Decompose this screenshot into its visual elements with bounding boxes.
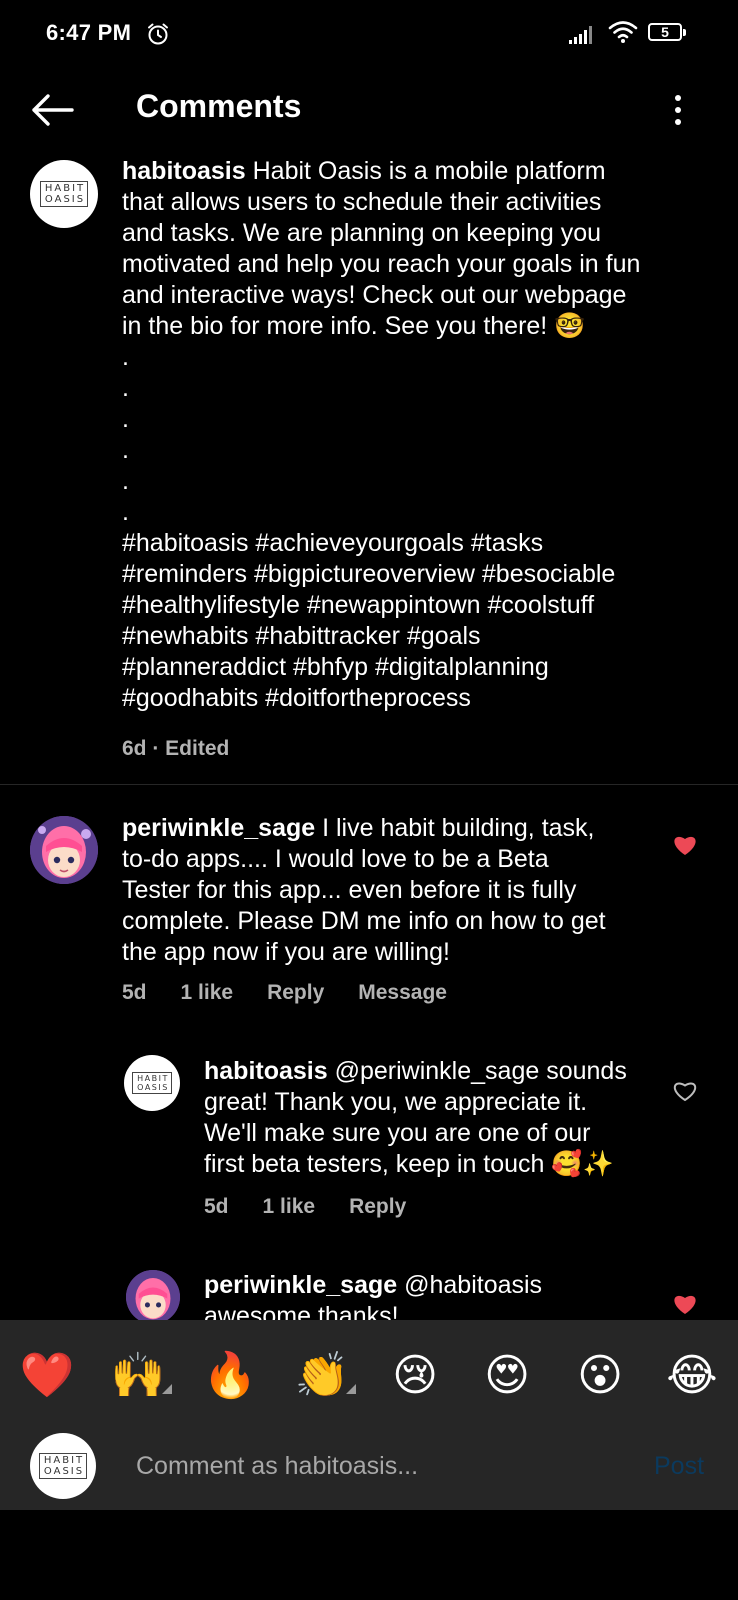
comment-text: periwinkle_sage I live habit building, t…	[122, 814, 606, 966]
avatar[interactable]: HABIT OASIS	[30, 160, 98, 228]
habit-oasis-logo: HABIT OASIS	[132, 1072, 172, 1094]
heart-outline-icon[interactable]	[672, 1079, 698, 1103]
reaction-heart-eyes[interactable]: 😍	[479, 1350, 535, 1402]
comment-time: 5d	[122, 981, 147, 1004]
comment-username[interactable]: periwinkle_sage	[122, 814, 315, 842]
reaction-heart[interactable]: ❤️	[19, 1350, 75, 1402]
caption-text: habitoasis Habit Oasis is a mobile platf…	[122, 156, 722, 714]
avatar[interactable]	[126, 1270, 180, 1324]
reply-text: habitoasis @periwinkle_sage sounds great…	[204, 1057, 627, 1178]
reaction-laughing[interactable]: 😂	[664, 1350, 720, 1402]
reply-button[interactable]: Reply	[349, 1195, 406, 1218]
likes-count[interactable]: 1 like	[263, 1195, 316, 1218]
wifi-icon	[608, 21, 638, 43]
comment-actions: 5d 1 like Reply Message	[122, 981, 481, 1005]
signal-icon	[569, 26, 592, 44]
habit-oasis-logo: HABIT OASIS	[39, 181, 89, 207]
likes-count[interactable]: 1 like	[181, 981, 234, 1004]
reply-username[interactable]: periwinkle_sage	[204, 1271, 397, 1299]
page-title: Comments	[136, 88, 302, 124]
divider	[0, 784, 738, 785]
reply-username[interactable]: habitoasis	[204, 1057, 328, 1085]
reaction-raised-hands[interactable]: 🙌	[110, 1350, 166, 1402]
composer-avatar: HABIT OASIS	[30, 1433, 96, 1499]
more-options-icon[interactable]	[664, 88, 692, 132]
alarm-icon	[148, 23, 168, 45]
caption-username[interactable]: habitoasis	[122, 157, 246, 185]
quick-reactions-bar	[0, 1320, 738, 1510]
battery-level: 5	[661, 24, 669, 40]
avatar[interactable]: HABIT OASIS	[124, 1055, 180, 1111]
battery-icon: 5	[648, 23, 688, 43]
reaction-fire[interactable]: 🔥	[202, 1350, 258, 1402]
heart-filled-icon[interactable]	[672, 1292, 698, 1316]
hashtags[interactable]: #habitoasis #achieveyourgoals #tasks #re…	[122, 528, 722, 714]
skin-tone-indicator	[346, 1384, 356, 1394]
comment-time: 5d	[204, 1195, 229, 1218]
skin-tone-indicator	[162, 1384, 172, 1394]
reaction-crying[interactable]: 😢	[387, 1350, 443, 1402]
post-button[interactable]: Post	[654, 1452, 704, 1481]
habit-oasis-logo: HABIT OASIS	[38, 1453, 88, 1479]
reaction-surprised[interactable]: 😮	[572, 1350, 628, 1402]
reply-button[interactable]: Reply	[267, 981, 324, 1004]
heart-filled-icon[interactable]	[672, 833, 698, 857]
reply-actions: 5d 1 like Reply	[204, 1195, 440, 1219]
status-time: 6:47 PM	[46, 20, 132, 45]
comment-input[interactable]: Comment as habitoasis...	[136, 1452, 418, 1481]
avatar[interactable]	[30, 816, 98, 884]
message-button[interactable]: Message	[358, 981, 447, 1004]
back-arrow-icon[interactable]	[28, 88, 76, 132]
caption-meta: 6d · Edited	[122, 737, 230, 760]
navigation-bar-area	[0, 1510, 738, 1600]
reaction-clapping[interactable]: 👏	[294, 1350, 350, 1402]
